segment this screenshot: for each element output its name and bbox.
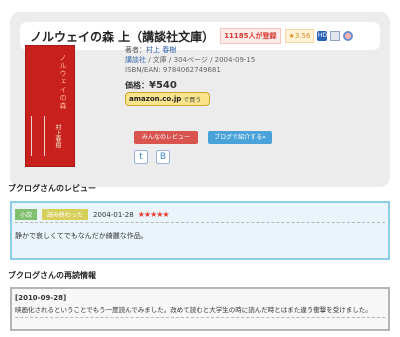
hatena-bookmark-icon[interactable]: B	[156, 150, 170, 164]
registered-count-badge[interactable]: 11185人が登録	[220, 28, 281, 44]
blog-share-button[interactable]: ブログで紹介する»	[208, 131, 272, 144]
divider	[15, 317, 385, 318]
publisher-link[interactable]: 講談社	[125, 56, 146, 64]
cover-decoration	[31, 116, 45, 156]
review-text: 静かで哀しくてでもなんだか綺麗な作品。	[15, 232, 148, 240]
price-value: ¥540	[149, 80, 177, 91]
isbn: ISBN/EAN: 9784062749681	[125, 66, 221, 74]
book-info: 著者：村上 春樹 講談社 / 文庫 / 304ページ / 2004-09-15 …	[125, 45, 255, 91]
amazon-buy-label: で買う	[183, 96, 202, 104]
cover-author: 村上春樹	[54, 124, 61, 148]
reread-text: 映画化されるということでもう一度読んでみました。改めて読むと大学生の時に読んだ時…	[15, 306, 372, 314]
star-rating: ★★★★★	[137, 210, 170, 219]
review-box: 小説 読み終わった 2004-01-28 ★★★★★ 静かで哀しくてでもなんだか…	[10, 201, 390, 260]
book-cover[interactable]: ノルウェイの森 村上春樹	[25, 45, 75, 167]
reread-box: [2010-09-28] 映画化されるということでもう一度読んでみました。改めて…	[10, 287, 390, 331]
book-title: ノルウェイの森 上（講談社文庫）	[30, 29, 215, 44]
category-tag[interactable]: 小説	[15, 209, 38, 220]
author-label: 著者：	[125, 46, 146, 54]
status-tag[interactable]: 読み終わった	[42, 209, 89, 220]
price-label: 価格：	[125, 81, 149, 90]
review-date: 2004-01-28	[93, 210, 134, 219]
amazon-logo: amazon.co.jp	[129, 95, 182, 103]
reread-date: [2010-09-28]	[15, 294, 67, 302]
rating-badge[interactable]: ★3.56	[284, 29, 315, 43]
amazon-buy-button[interactable]: amazon.co.jp で買う	[125, 92, 210, 106]
grid-icon[interactable]	[330, 31, 341, 41]
tag-icon[interactable]	[343, 31, 354, 41]
reread-section-heading: ブクログさんの再読情報	[8, 271, 96, 280]
cover-title: ノルウェイの森	[59, 54, 67, 110]
hd-icon[interactable]: HD	[317, 31, 328, 41]
divider	[15, 222, 385, 223]
book-details: / 文庫 / 304ページ / 2004-09-15	[146, 56, 256, 64]
twitter-icon[interactable]: t	[134, 150, 148, 164]
everyone-reviews-button[interactable]: みんなのレビュー	[134, 131, 198, 144]
review-section-heading: ブクログさんのレビュー	[8, 184, 96, 193]
author-link[interactable]: 村上 春樹	[146, 46, 176, 54]
